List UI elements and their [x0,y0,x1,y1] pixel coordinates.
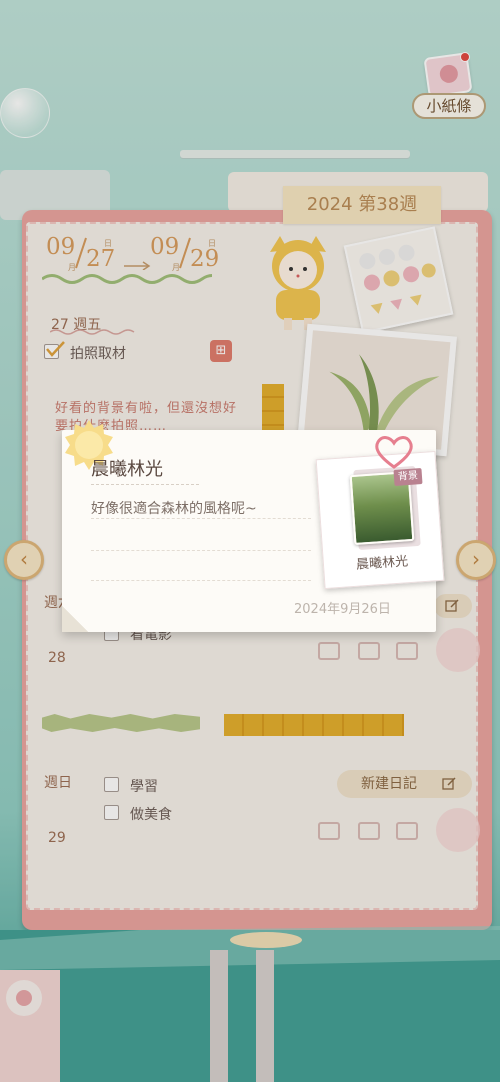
popup-description: 好像很適合森林的風格呢~ [91,501,257,517]
ruled-line [91,550,311,551]
popup-title: 晨曦林光 [91,459,163,480]
ruled-line [91,580,311,581]
title-underline [91,484,199,485]
popup-date: 2024年9月26日 [294,602,391,617]
ruled-line [91,518,311,519]
heart-clip-icon [375,436,413,469]
